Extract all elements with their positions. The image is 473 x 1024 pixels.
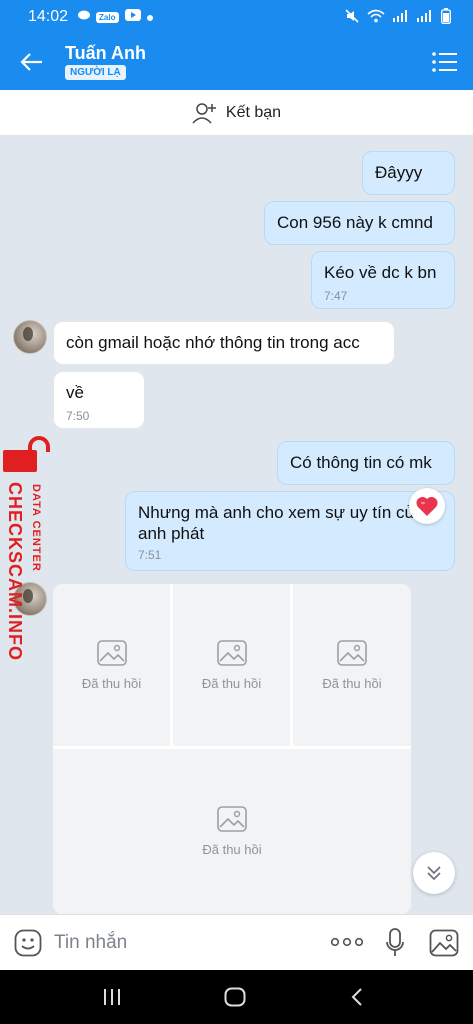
image-icon: [337, 639, 367, 666]
recalled-album: Đã thu hồi Đã thu hồi Đã thu hồi Đã thu …: [53, 584, 411, 914]
message-text: Đâyyy: [375, 163, 423, 182]
message-time: 7:50: [66, 409, 90, 423]
heart-icon: [416, 496, 438, 516]
zalo-icon: Zalo: [96, 11, 119, 23]
heart-reaction[interactable]: [409, 488, 445, 524]
signal-icon-2: [417, 9, 433, 25]
menu-button[interactable]: [431, 50, 459, 74]
add-friend-label: Kết bạn: [225, 103, 282, 121]
message-time: 7:47: [324, 289, 348, 303]
signal-icon: [393, 9, 409, 25]
message-text-line-2: anh phát: [138, 524, 205, 543]
chat-bubble-icon: [78, 8, 91, 26]
message-bubble[interactable]: Con 956 này k cmnd: [264, 201, 455, 245]
avatar[interactable]: [13, 320, 47, 354]
microphone-icon[interactable]: [385, 928, 405, 958]
wifi-icon: [367, 9, 385, 26]
image-icon: [217, 806, 247, 832]
message-bubble[interactable]: Nhưng mà anh cho xem sự uy tín của anh p…: [125, 491, 455, 571]
arrow-left-icon: [20, 53, 42, 71]
recalled-label: Đã thu hồi: [201, 675, 262, 691]
add-friend-button[interactable]: Kết bạn: [0, 90, 473, 136]
scroll-down-button[interactable]: [413, 852, 455, 894]
contact-name[interactable]: Tuấn Anh: [65, 43, 146, 64]
message-input[interactable]: Tin nhắn: [54, 932, 127, 954]
image-icon: [216, 639, 247, 666]
add-user-icon: [192, 102, 216, 124]
dot-icon: [146, 8, 153, 26]
list-menu-icon: [432, 52, 457, 72]
recalled-photo[interactable]: Đã thu hồi: [293, 584, 411, 746]
recalled-photo[interactable]: Đã thu hồi: [173, 584, 290, 746]
watermark-text-datacenter: DATA CENTER: [30, 484, 42, 572]
message-text: còn gmail hoặc nhớ thông tin trong acc: [66, 333, 360, 352]
back-button[interactable]: [14, 48, 50, 76]
stranger-badge: NGƯỜI LẠ: [65, 65, 126, 80]
image-icon: [96, 639, 127, 666]
message-input-bar: Tin nhắn: [0, 914, 473, 970]
message-text: Kéo về dc k bn: [324, 263, 437, 282]
battery-icon: [441, 7, 451, 27]
double-chevron-down-icon: [427, 866, 441, 881]
recalled-label: Đã thu hồi: [202, 842, 262, 857]
recalled-label: Đã thu hồi: [322, 675, 382, 691]
image-picker-icon[interactable]: [429, 929, 459, 957]
watermark-text-checkscam: CHECKSCAM.INFO: [5, 482, 25, 661]
home-icon[interactable]: [224, 987, 246, 1007]
recalled-photo[interactable]: Đã thu hồi: [53, 749, 411, 914]
message-text: Có thông tin có mk: [290, 453, 432, 472]
sticker-icon[interactable]: [14, 929, 42, 957]
message-text-line-1: Nhưng mà anh cho xem sự uy tín của: [138, 503, 424, 522]
system-nav-bar: [0, 970, 473, 1024]
recalled-label: Đã thu hồi: [81, 675, 142, 691]
status-time: 14:02: [28, 8, 69, 25]
message-text: về: [66, 383, 84, 402]
message-bubble[interactable]: Có thông tin có mk: [277, 441, 455, 485]
message-bubble[interactable]: Kéo về dc k bn 7:47: [311, 251, 455, 309]
message-bubble[interactable]: còn gmail hoặc nhớ thông tin trong acc: [53, 321, 395, 365]
message-bubble[interactable]: về 7:50: [53, 371, 145, 429]
recent-apps-icon[interactable]: [102, 988, 122, 1006]
message-bubble[interactable]: Đâyyy: [362, 151, 455, 195]
mute-icon: [345, 8, 359, 26]
video-app-icon: [124, 8, 141, 26]
lock-icon: [3, 436, 50, 472]
message-text: Con 956 này k cmnd: [277, 213, 433, 232]
message-time: 7:51: [138, 548, 162, 562]
recalled-photo[interactable]: Đã thu hồi: [53, 584, 170, 746]
back-nav-icon[interactable]: [350, 987, 364, 1007]
chat-header: Tuấn Anh NGƯỜI LẠ: [0, 34, 473, 90]
watermark: CHECKSCAM.INFO DATA CENTER: [2, 436, 54, 666]
more-options-icon[interactable]: [331, 935, 363, 949]
status-bar: 14:02 Zalo: [0, 0, 473, 34]
